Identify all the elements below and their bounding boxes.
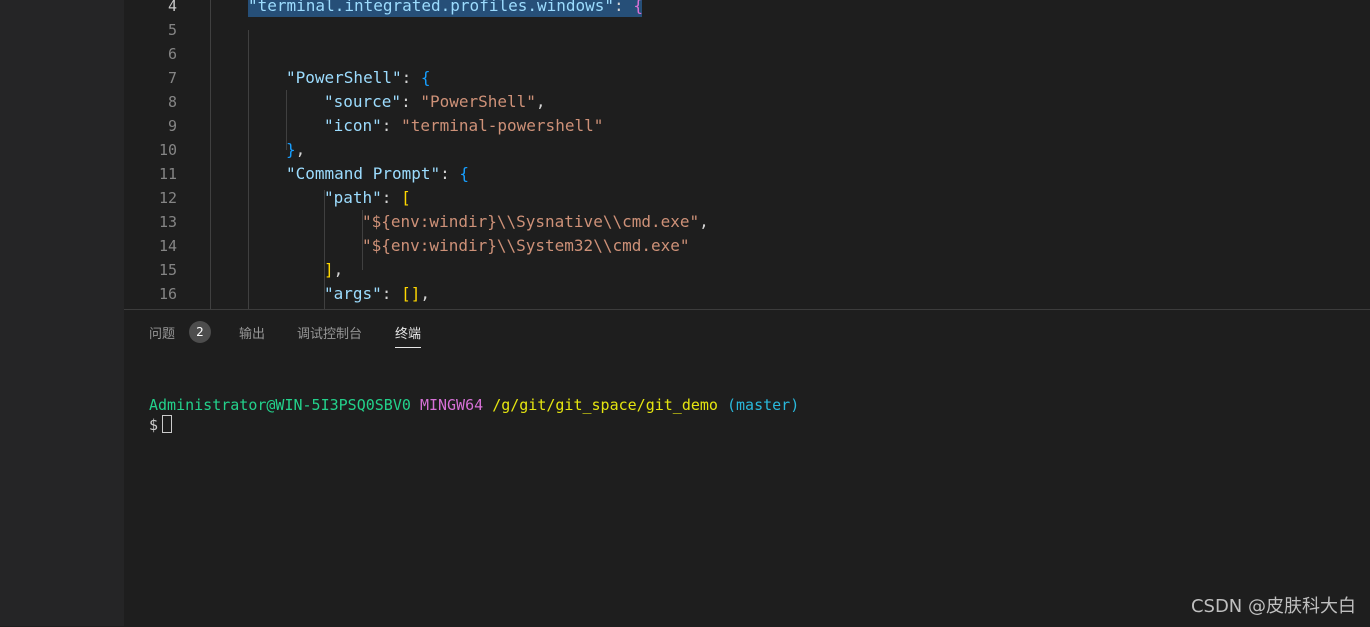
code-line: }, bbox=[286, 138, 305, 162]
code-token: [] bbox=[401, 284, 421, 303]
code-token: "icon" bbox=[324, 116, 382, 135]
code-token: : bbox=[381, 116, 402, 135]
line-number: 6 bbox=[167, 45, 177, 63]
line-number: 7 bbox=[167, 69, 177, 87]
code-token: { bbox=[633, 0, 643, 15]
code-token: : bbox=[401, 92, 421, 111]
line-number: 8 bbox=[167, 93, 177, 111]
code-token: ] bbox=[324, 260, 334, 279]
code-token: , bbox=[699, 212, 709, 231]
line-number: 11 bbox=[158, 165, 177, 183]
code-token: , bbox=[295, 140, 306, 159]
code-token: "PowerShell" bbox=[286, 68, 402, 87]
indent-guide bbox=[248, 30, 249, 309]
code-token: , bbox=[535, 92, 546, 111]
code-token: { bbox=[420, 68, 431, 87]
code-line: "PowerShell": { bbox=[286, 66, 431, 90]
code-token: : bbox=[440, 164, 460, 183]
line-number: 10 bbox=[158, 141, 177, 159]
code-token: , bbox=[420, 284, 430, 303]
code-token: "args" bbox=[324, 284, 382, 303]
terminal-path: /g/git/git_space/git_demo bbox=[492, 396, 718, 414]
line-number: 9 bbox=[167, 117, 177, 135]
tab-debug-console[interactable]: 调试控制台 bbox=[297, 323, 362, 342]
code-line: "icon": "terminal-powershell" bbox=[324, 114, 603, 138]
code-token: : bbox=[614, 0, 634, 15]
code-token: "PowerShell" bbox=[420, 92, 536, 111]
code-token: , bbox=[333, 260, 344, 279]
code-token: "${env:windir}\\System32\\cmd.exe" bbox=[362, 236, 690, 255]
activity-bar bbox=[0, 0, 124, 626]
line-number: 4 bbox=[167, 0, 177, 15]
code-token: : bbox=[401, 68, 421, 87]
code-line: "Command Prompt": { bbox=[286, 162, 469, 186]
indent-guide bbox=[210, 0, 211, 309]
code-token: : bbox=[381, 188, 402, 207]
watermark: CSDN @皮肤科大白 bbox=[1190, 596, 1356, 617]
panel-tabs: 问题 2 输出 调试控制台 终端 bbox=[124, 310, 1370, 356]
code-line: "path": [ bbox=[324, 186, 411, 210]
terminal-cursor bbox=[162, 415, 173, 433]
code-line: ], bbox=[324, 258, 343, 282]
line-number: 16 bbox=[158, 285, 177, 303]
terminal-prompt-symbol: $ bbox=[149, 416, 159, 434]
tab-output[interactable]: 输出 bbox=[239, 323, 265, 342]
code-token: "source" bbox=[324, 92, 402, 111]
code-editor[interactable]: 4 "terminal.integrated.profiles.windows":… bbox=[124, 0, 1370, 309]
terminal-user: Administrator@WIN-5I3PSQ0SBV0 bbox=[149, 396, 411, 414]
problems-count-badge: 2 bbox=[189, 321, 211, 343]
code-token: "terminal.integrated.profiles.windows" bbox=[248, 0, 615, 15]
code-token: { bbox=[459, 164, 470, 183]
code-line: "source": "PowerShell", bbox=[324, 90, 546, 114]
code-token: } bbox=[286, 140, 296, 159]
terminal-system: MINGW64 bbox=[419, 396, 484, 414]
line-number: 5 bbox=[167, 21, 177, 39]
line-number: 12 bbox=[158, 189, 177, 207]
tab-problems[interactable]: 问题 bbox=[149, 323, 175, 342]
code-token: [ bbox=[401, 188, 411, 207]
bottom-panel: 问题 2 输出 调试控制台 终端 Administrator@WIN-5I3PS… bbox=[124, 309, 1370, 627]
code-line: "${env:windir}\\Sysnative\\cmd.exe", bbox=[362, 210, 709, 234]
terminal-prompt-info: Administrator@WIN-5I3PSQ0SBV0 MINGW64 /g… bbox=[149, 395, 799, 415]
terminal-branch: (master) bbox=[727, 396, 800, 414]
tab-terminal[interactable]: 终端 bbox=[395, 323, 422, 348]
code-line: "${env:windir}\\System32\\cmd.exe" bbox=[362, 234, 690, 258]
code-line: "terminal.integrated.profiles.windows": … bbox=[248, 0, 643, 18]
terminal-input-line[interactable]: $ bbox=[149, 415, 173, 435]
line-number: 15 bbox=[158, 261, 177, 279]
code-token: "${env:windir}\\Sysnative\\cmd.exe" bbox=[362, 212, 700, 231]
code-token: "terminal-powershell" bbox=[401, 116, 604, 135]
code-token: "Command Prompt" bbox=[286, 164, 441, 183]
code-line: "args": [], bbox=[324, 282, 430, 306]
line-number: 14 bbox=[158, 237, 177, 255]
code-token: "path" bbox=[324, 188, 382, 207]
code-token: : bbox=[381, 284, 402, 303]
line-number: 13 bbox=[158, 213, 177, 231]
